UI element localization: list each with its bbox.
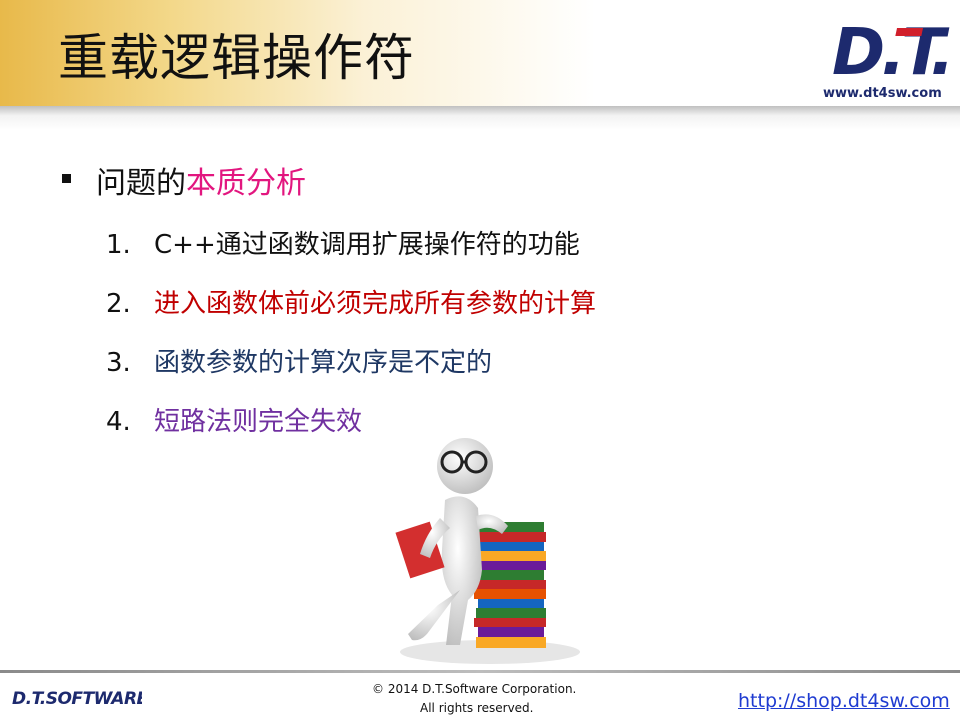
list-item-text: 函数参数的计算次序是不定的 (154, 348, 493, 378)
bullet-square (62, 174, 71, 183)
dt-logo: D.T. (832, 16, 950, 84)
footer-logo-text: D.T.SOFTWARE (12, 689, 142, 709)
reading-figure-illustration (395, 438, 580, 664)
copyright-line-1: © 2014 D.T.Software Corporation. (372, 682, 577, 696)
list-item-number: 3. (106, 348, 131, 378)
logo-url: www.dt4sw.com (823, 86, 942, 101)
list-item: 1. C++通过函数调用扩展操作符的功能 (106, 224, 580, 261)
shop-link[interactable]: http://shop.dt4sw.com (738, 690, 950, 712)
list-item: 2. 进入函数体前必须完成所有参数的计算 (106, 283, 596, 320)
list-item: 3. 函数参数的计算次序是不定的 (106, 342, 492, 379)
list-item-number: 1. (106, 230, 131, 260)
list-item-text: 短路法则完全失效 (154, 407, 363, 437)
footer-dt-logo: D.T.SOFTWARE (12, 689, 142, 709)
dt-logo-text: D.T. (832, 16, 950, 84)
copyright-line-2: All rights reserved. (420, 701, 534, 715)
footer-divider (0, 670, 960, 673)
question-accent: 本质分析 (186, 166, 306, 201)
list-item-text: 进入函数体前必须完成所有参数的计算 (154, 289, 597, 319)
header-shadow (0, 106, 960, 130)
question-prefix: 问题的 (96, 166, 186, 201)
list-item: 4. 短路法则完全失效 (106, 401, 362, 438)
list-item-number: 4. (106, 407, 131, 437)
list-item-text: C++通过函数调用扩展操作符的功能 (154, 230, 580, 260)
book-stack (474, 522, 546, 648)
question-heading: 问题的本质分析 (96, 158, 306, 202)
page-title: 重载逻辑操作符 (58, 29, 415, 87)
list-item-number: 2. (106, 289, 131, 319)
